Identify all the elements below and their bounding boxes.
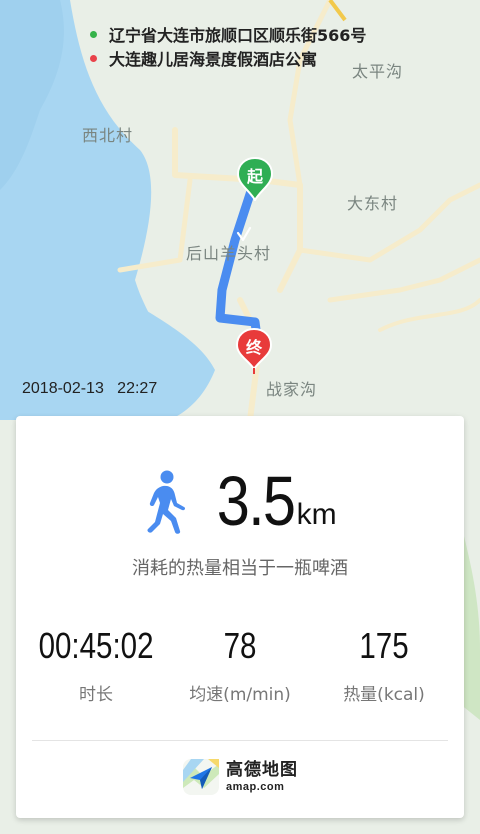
stat-duration-value: 00:45:02	[38, 625, 154, 666]
amap-brand[interactable]: 高德地图 amap.com	[16, 758, 464, 796]
start-marker[interactable]: 起	[237, 157, 273, 201]
place-label-dadong-cun: 大东村	[347, 194, 399, 213]
stat-speed: 78 均速(m/min)	[170, 625, 310, 706]
start-dot-icon	[90, 30, 97, 38]
stat-calories-label: 热量(kcal)	[343, 685, 425, 705]
start-marker-label: 起	[246, 167, 263, 186]
stat-calories-value: 175	[359, 625, 409, 666]
stat-speed-label: 均速(m/min)	[189, 685, 291, 705]
amap-brand-url: amap.com	[226, 780, 285, 793]
end-address: 大连趣儿居海景度假酒店公寓	[90, 46, 366, 70]
end-dot-icon	[90, 54, 97, 62]
place-label-zhanjia-gou: 战家沟	[266, 380, 318, 399]
stat-duration: 00:45:02 时长	[26, 625, 166, 706]
card-divider	[32, 740, 448, 741]
walking-person-icon	[147, 470, 186, 534]
amap-brand-text: 高德地图 amap.com	[226, 759, 298, 793]
address-list: 辽宁省大连市旅顺口区顺乐街566号 大连趣儿居海景度假酒店公寓	[90, 22, 366, 70]
amap-logo-icon	[183, 759, 219, 795]
amap-brand-name: 高德地图	[226, 759, 298, 780]
end-address-text: 大连趣儿居海景度假酒店公寓	[109, 50, 318, 69]
trip-summary-card: 3.5 km 消耗的热量相当于一瓶啤酒 00:45:02 时长 78 均速(m/…	[16, 416, 464, 818]
place-label-houshan-yangtou-cun: 后山羊头村	[186, 244, 272, 263]
stat-calories: 175 热量(kcal)	[314, 625, 454, 706]
place-label-xibei-cun: 西北村	[82, 126, 134, 145]
end-marker[interactable]: 终	[236, 328, 272, 374]
distance-unit: km	[296, 498, 337, 531]
trip-timestamp: 2018-02-13 22:27	[22, 380, 158, 397]
stat-duration-label: 时长	[79, 685, 113, 705]
stat-speed-value: 78	[223, 625, 257, 666]
start-address: 辽宁省大连市旅顺口区顺乐街566号	[90, 22, 366, 46]
trip-stats: 00:45:02 时长 78 均速(m/min) 175 热量(kcal)	[16, 625, 464, 706]
calorie-equivalent: 消耗的热量相当于一瓶啤酒	[132, 558, 348, 579]
end-marker-label: 终	[245, 338, 262, 357]
distance-headline: 3.5 km	[16, 466, 464, 536]
start-address-text: 辽宁省大连市旅顺口区顺乐街566号	[109, 26, 367, 45]
distance-value: 3.5	[217, 462, 296, 540]
